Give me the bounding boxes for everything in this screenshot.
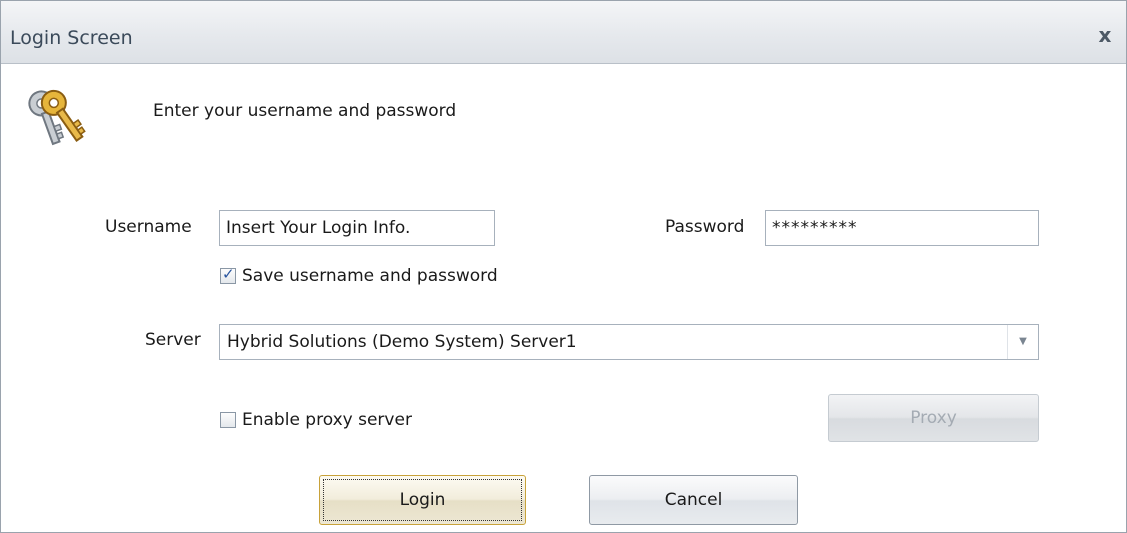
username-input[interactable] [219, 210, 495, 246]
cancel-button[interactable]: Cancel [589, 475, 798, 525]
login-dialog: Login Screen x Enter your username and p… [0, 0, 1127, 533]
enable-proxy-checkbox[interactable] [220, 412, 236, 428]
password-input[interactable] [765, 210, 1039, 246]
login-button[interactable]: Login [319, 475, 526, 525]
server-label: Server [145, 330, 201, 350]
save-credentials-label: Save username and password [242, 266, 498, 286]
username-label: Username [105, 217, 192, 237]
save-credentials-checkbox[interactable]: ✓ [220, 265, 236, 284]
dialog-body: Enter your username and password Usernam… [1, 64, 1126, 532]
title-bar[interactable]: Login Screen x [1, 1, 1126, 64]
check-mark-icon: ✓ [222, 265, 235, 283]
instructions-text: Enter your username and password [153, 101, 457, 121]
enable-proxy-option[interactable]: Enable proxy server [220, 410, 412, 430]
close-button[interactable]: x [1093, 22, 1117, 48]
proxy-button-label: Proxy [910, 408, 957, 428]
password-label: Password [665, 217, 745, 237]
enable-proxy-label: Enable proxy server [242, 410, 412, 430]
cancel-button-label: Cancel [664, 490, 723, 510]
save-credentials-option[interactable]: ✓ Save username and password [220, 265, 498, 286]
window-title: Login Screen [10, 27, 133, 49]
server-dropdown[interactable]: Hybrid Solutions (Demo System) Server1 ▼ [219, 324, 1039, 360]
login-button-label: Login [399, 490, 446, 510]
proxy-button[interactable]: Proxy [828, 394, 1039, 442]
chevron-down-icon[interactable]: ▼ [1007, 325, 1038, 359]
server-selected-value: Hybrid Solutions (Demo System) Server1 [227, 332, 577, 352]
keys-icon [28, 89, 86, 146]
